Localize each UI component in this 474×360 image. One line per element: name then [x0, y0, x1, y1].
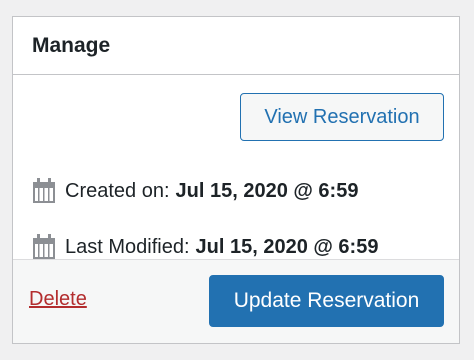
last-modified-label: Last Modified:: [65, 235, 190, 258]
panel-title: Manage: [32, 33, 111, 57]
created-on-row: Created on: Jul 15, 2020 @ 6:59: [31, 177, 358, 205]
created-on-value: Jul 15, 2020 @ 6:59: [175, 179, 359, 202]
last-modified-value: Jul 15, 2020 @ 6:59: [195, 235, 379, 258]
manage-panel: Manage View Reservation Created on: Jul …: [12, 16, 460, 344]
panel-header: Manage: [13, 17, 459, 75]
panel-body: View Reservation Created on: Jul 15, 202…: [13, 75, 459, 263]
update-reservation-button[interactable]: Update Reservation: [209, 275, 444, 327]
view-reservation-button[interactable]: View Reservation: [240, 93, 444, 141]
created-on-label: Created on:: [65, 179, 170, 202]
panel-footer: Delete Update Reservation: [13, 259, 459, 343]
calendar-icon: [31, 233, 57, 261]
last-modified-row: Last Modified: Jul 15, 2020 @ 6:59: [31, 233, 378, 261]
calendar-icon: [31, 177, 57, 205]
delete-link[interactable]: Delete: [29, 288, 87, 311]
